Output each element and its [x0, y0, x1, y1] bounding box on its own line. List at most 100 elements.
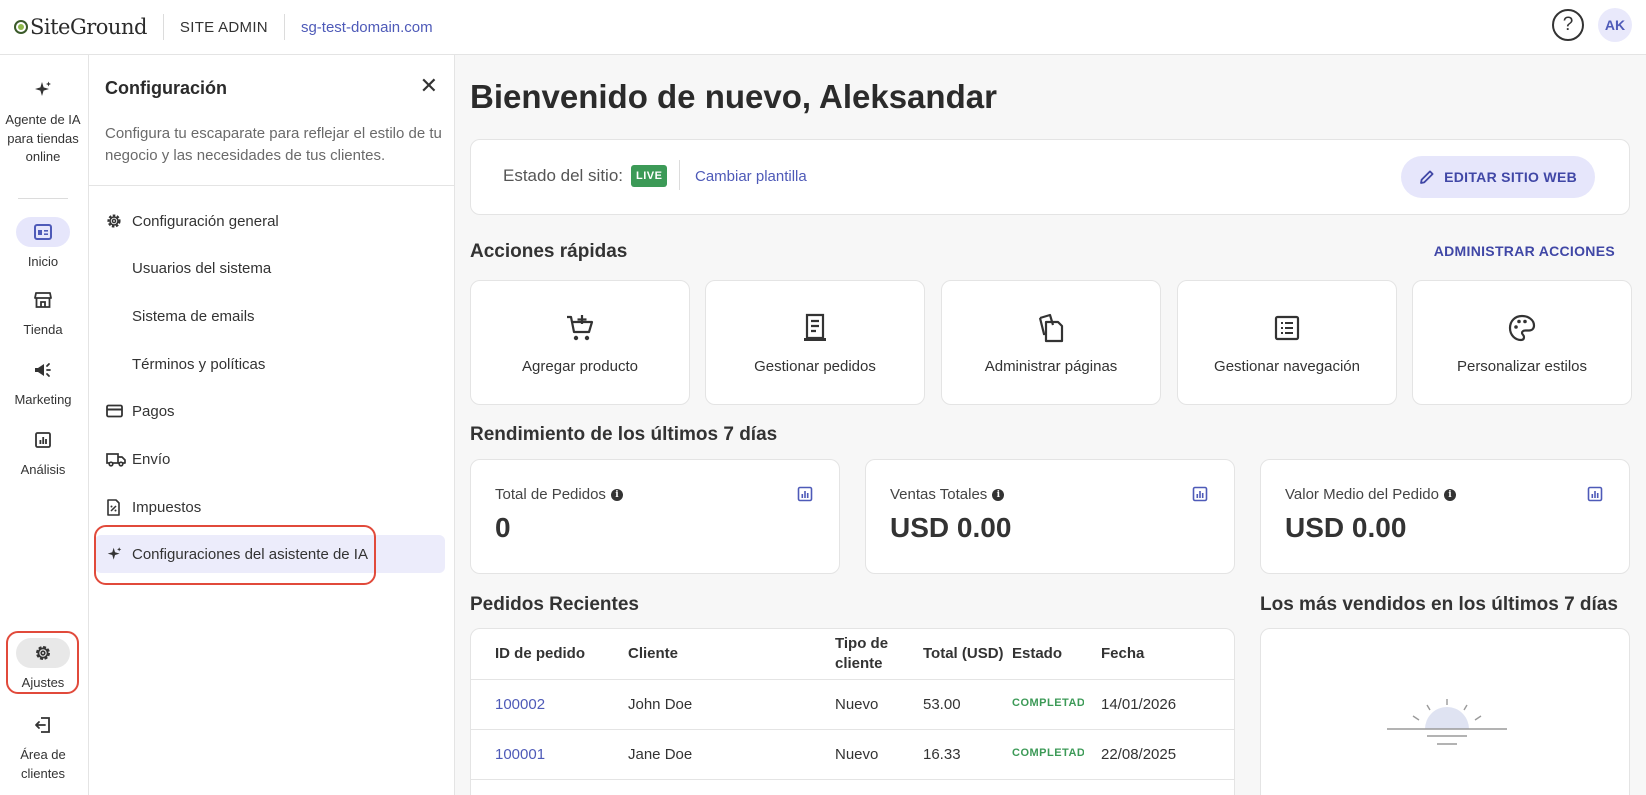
total-cell: 16.33 — [923, 729, 1012, 780]
stat-value: 0 — [495, 512, 511, 543]
performance-title: Rendimiento de los últimos 7 días — [470, 424, 778, 445]
quick-actions-title: Acciones rápidas — [470, 241, 628, 262]
site-admin-label: SITE ADMIN — [179, 18, 268, 36]
siteground-logo[interactable]: SiteGround — [14, 15, 147, 39]
quick-action-label: Personalizar estilos — [1456, 357, 1588, 375]
rail-label: Marketing — [14, 392, 72, 407]
pages-icon — [1036, 308, 1066, 348]
chart-icon[interactable] — [1192, 486, 1208, 507]
chart-icon[interactable] — [1587, 486, 1603, 507]
highlight-box-settings — [6, 631, 79, 694]
recent-orders-table-card: ID de pedido Cliente Tipo de cliente Tot… — [470, 628, 1235, 795]
best-sellers-title: Los más vendidos en los últimos 7 días — [1260, 594, 1618, 615]
menu-item-email-system[interactable]: Sistema de emails — [95, 297, 445, 335]
site-status-label: Estado del sitio: — [503, 166, 624, 185]
quick-action-add-product[interactable]: Agregar producto — [470, 280, 690, 405]
quick-action-label: Administrar páginas — [984, 357, 1118, 375]
status-badge: COMPLETADO — [1012, 746, 1084, 759]
menu-item-terms-policies[interactable]: Términos y políticas — [95, 345, 445, 383]
manage-actions-link[interactable]: ADMINISTRAR ACCIONES — [1434, 243, 1615, 259]
stat-label-text: Ventas Totales — [890, 486, 988, 503]
credit-card-icon — [106, 404, 132, 418]
close-icon[interactable]: ✕ — [420, 75, 438, 97]
menu-label: Usuarios del sistema — [132, 259, 272, 277]
stat-card-total-orders: Total de Pedidos i 0 — [470, 459, 840, 574]
chart-icon[interactable] — [797, 486, 813, 507]
megaphone-icon — [16, 355, 70, 385]
best-sellers-card — [1260, 628, 1630, 795]
site-status-card: Estado del sitio: LIVE Cambiar plantilla… — [470, 139, 1630, 215]
info-icon[interactable]: i — [1443, 488, 1456, 501]
change-template-link[interactable]: Cambiar plantilla — [695, 168, 807, 185]
table-row[interactable]: 100002 John Doe Nuevo 53.00 COMPLETADO 1… — [471, 679, 1234, 730]
rail-item-client-area[interactable]: Área de clientes — [0, 710, 86, 783]
help-button[interactable]: ? — [1552, 9, 1584, 41]
menu-label: Configuración general — [132, 212, 279, 230]
stat-label: Ventas Totales i — [890, 486, 1005, 503]
info-icon[interactable]: i — [610, 488, 623, 501]
truck-icon — [106, 452, 132, 467]
divider — [162, 14, 164, 40]
menu-label: Términos y políticas — [132, 355, 266, 373]
menu-item-shipping[interactable]: Envío — [95, 440, 445, 478]
sunrise-empty-state-icon — [1387, 699, 1507, 745]
stat-label-text: Valor Medio del Pedido — [1285, 486, 1439, 503]
total-cell: 53.00 — [923, 679, 1012, 730]
quick-action-manage-pages[interactable]: Administrar páginas — [941, 280, 1161, 405]
customer-cell: Jane Doe — [628, 729, 835, 780]
rail-item-marketing[interactable]: Marketing — [0, 355, 86, 410]
stat-value: USD 0.00 — [890, 512, 1012, 543]
logo-text: SiteGround — [30, 15, 147, 39]
column-header: Tipo de cliente — [835, 629, 923, 680]
stat-label: Valor Medio del Pedido i — [1285, 486, 1456, 503]
menu-label: Sistema de emails — [132, 307, 255, 325]
menu-item-system-users[interactable]: Usuarios del sistema — [95, 249, 445, 287]
order-id-link[interactable]: 100001 — [495, 746, 545, 763]
edit-website-label: EDITAR SITIO WEB — [1444, 169, 1577, 185]
menu-label: Envío — [132, 450, 171, 468]
info-icon[interactable]: i — [992, 488, 1005, 501]
divider — [89, 185, 454, 186]
rail-item-analytics[interactable]: Análisis — [0, 425, 86, 480]
column-header: ID de pedido — [471, 629, 628, 680]
domain-link[interactable]: sg-test-domain.com — [301, 19, 433, 36]
quick-action-customize-styles[interactable]: Personalizar estilos — [1412, 280, 1632, 405]
siteground-logo-icon — [14, 20, 28, 34]
avatar[interactable]: AK — [1598, 8, 1632, 42]
divider — [283, 14, 285, 40]
store-icon — [16, 285, 70, 315]
column-header: Cliente — [628, 629, 835, 680]
pencil-icon — [1420, 170, 1434, 184]
menu-label: Impuestos — [132, 498, 202, 516]
rail-label: Agente de IA para tiendas online — [5, 112, 81, 164]
analytics-icon — [16, 425, 70, 455]
stat-value: USD 0.00 — [1285, 512, 1407, 543]
rail-item-ai-agent[interactable]: Agente de IA para tiendas online — [0, 75, 86, 167]
rail-label: Inicio — [27, 254, 59, 269]
sparkle-icon — [16, 75, 70, 105]
quick-action-manage-orders[interactable]: Gestionar pedidos — [705, 280, 925, 405]
customer-type-cell: Nuevo — [835, 729, 923, 780]
quick-action-label: Gestionar pedidos — [754, 357, 876, 375]
column-header: Fecha — [1101, 629, 1234, 680]
menu-item-taxes[interactable]: Impuestos — [95, 488, 445, 526]
edit-website-button[interactable]: EDITAR SITIO WEB — [1401, 156, 1595, 198]
menu-item-general-settings[interactable]: Configuración general — [95, 202, 445, 240]
table-row[interactable]: 100001 Jane Doe Nuevo 16.33 COMPLETADO 2… — [471, 729, 1234, 780]
highlight-box-ai-assistant — [94, 525, 376, 585]
left-rail: Agente de IA para tiendas online Inicio … — [0, 55, 89, 795]
gear-icon — [106, 213, 132, 229]
add-to-cart-icon — [564, 308, 596, 348]
receipt-icon — [801, 308, 829, 348]
list-icon — [1273, 308, 1301, 348]
rail-label: Análisis — [20, 462, 66, 477]
column-header: Estado — [1012, 629, 1101, 680]
palette-icon — [1507, 308, 1537, 348]
date-cell: 22/08/2025 — [1101, 729, 1234, 780]
rail-item-store[interactable]: Tienda — [0, 285, 86, 340]
rail-item-home[interactable]: Inicio — [0, 217, 86, 272]
order-id-link[interactable]: 100002 — [495, 696, 545, 713]
divider — [679, 160, 680, 190]
quick-action-manage-navigation[interactable]: Gestionar navegación — [1177, 280, 1397, 405]
menu-item-payments[interactable]: Pagos — [95, 392, 445, 430]
